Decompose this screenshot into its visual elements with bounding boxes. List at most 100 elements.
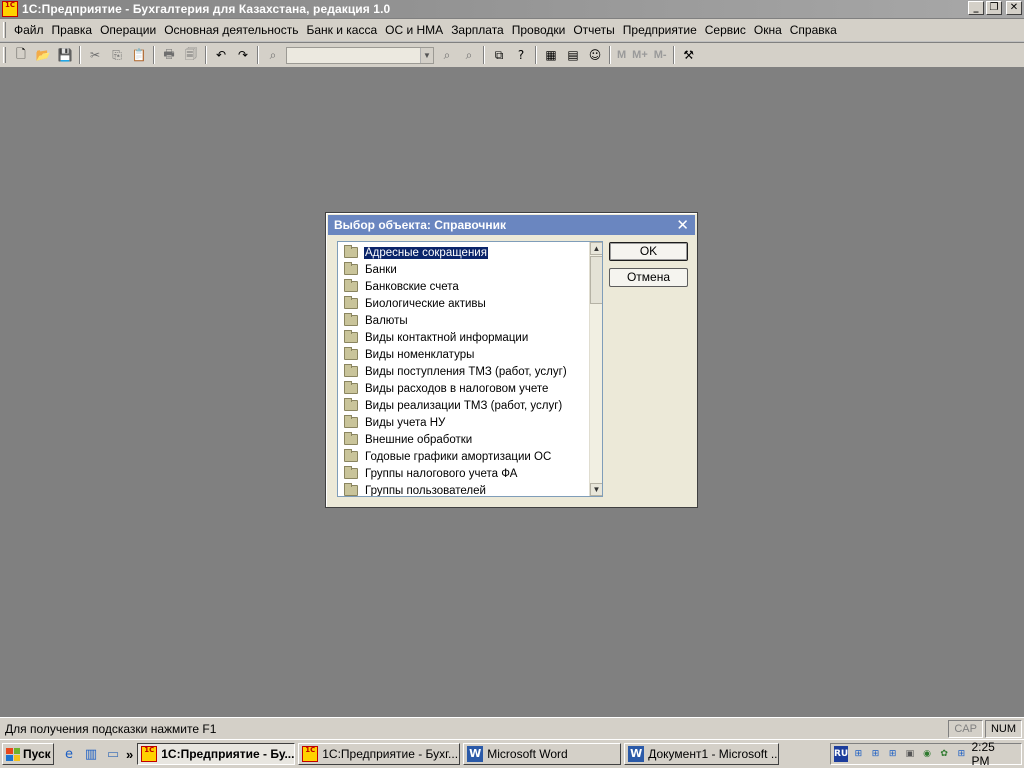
open-icon[interactable]: 📂 [32,45,54,65]
1c-icon: 1C [302,746,319,762]
search-combo[interactable]: ▼ [286,46,434,64]
list-item-label: Банковские счета [365,280,459,293]
menu-item[interactable]: Операции [96,21,160,39]
menu-item[interactable]: Правка [48,21,97,39]
taskbar-button[interactable]: 1C 1С:Предприятие - Бу... [137,743,296,765]
menu-item[interactable]: Банк и касса [302,21,381,39]
taskbar-button[interactable]: W Документ1 - Microsoft ... [624,743,780,765]
menu-item[interactable]: Предприятие [619,21,701,39]
network-icon[interactable]: ⊞ [851,746,865,762]
list-item[interactable]: Виды учета НУ [338,414,590,431]
menu-item[interactable]: Отчеты [569,21,618,39]
list-item[interactable]: Виды расходов в налоговом учете [338,380,590,397]
start-button[interactable]: Пуск [2,743,54,765]
list-item[interactable]: Группы налогового учета ФА [338,465,590,482]
list-item[interactable]: Банковские счета [338,278,590,295]
help-icon[interactable]: ? [510,45,532,65]
taskbar-button[interactable]: W Microsoft Word [463,743,622,765]
folder-icon [344,330,358,343]
dialog-close-icon[interactable]: ✕ [676,217,689,233]
toolbar-grip[interactable] [3,47,6,63]
list-item[interactable]: Адресные сокращения [338,244,590,261]
list-item[interactable]: Виды поступления ТМЗ (работ, услуг) [338,363,590,380]
toolbar-separator [79,46,81,64]
find-icon[interactable]: ⌕ [262,45,284,65]
folder-icon [344,296,358,309]
list-item[interactable]: Банки [338,261,590,278]
list-item[interactable]: Группы пользователей [338,482,590,496]
antivirus-icon[interactable]: ✿ [937,746,951,762]
network-icon[interactable]: ⊞ [954,746,968,762]
network-icon[interactable]: ⊞ [868,746,882,762]
taskbar-button-label: 1С:Предприятие - Бу... [161,747,295,761]
menu-item[interactable]: ОС и НМА [381,21,447,39]
taskbar: Пуск e ▥ ▭ » 1C 1С:Предприятие - Бу... 1C 1… [0,739,1024,768]
internet-explorer-icon[interactable]: e [60,745,78,763]
list-item[interactable]: Биологические активы [338,295,590,312]
scroll-up-icon[interactable]: ▲ [590,242,602,255]
menu-item[interactable]: Справка [786,21,841,39]
tools-icon[interactable]: ⚒ [678,45,700,65]
print-icon[interactable]: 🖶 [158,45,180,65]
catalog-listbox[interactable]: Адресные сокращения Банки Банковские счета… [337,241,603,497]
list-item[interactable]: Виды реализации ТМЗ (работ, услуг) [338,397,590,414]
quick-launch-more-icon[interactable]: » [126,747,133,762]
menu-item[interactable]: Окна [750,21,786,39]
folder-icon [344,381,358,394]
close-button[interactable]: ✕ [1006,1,1022,15]
scroll-down-icon[interactable]: ▼ [590,483,602,496]
menu-item[interactable]: Основная деятельность [160,21,302,39]
chevron-down-icon[interactable]: ▼ [420,47,433,63]
folder-icon [344,313,358,326]
users-icon[interactable]: ☺ [584,45,606,65]
menubar-grip[interactable] [3,22,6,38]
new-document-icon[interactable]: 🗋 [10,45,32,65]
find-next-icon[interactable]: ⌕ [436,45,458,65]
memory-plus-button[interactable]: M+ [629,49,651,61]
copy-icon[interactable]: ⎘ [106,45,128,65]
status-bar: Для получения подсказки нажмите F1 CAP N… [0,717,1024,739]
status-hint: Для получения подсказки нажмите F1 [5,721,217,736]
menu-item[interactable]: Сервис [701,21,750,39]
menu-item[interactable]: Файл [10,21,48,39]
ok-button[interactable]: OK [609,242,688,261]
calendar-icon[interactable]: ▤ [562,45,584,65]
outlook-express-icon[interactable]: ▥ [82,745,100,763]
catalog-list: Адресные сокращения Банки Банковские счета… [338,244,590,496]
undo-icon[interactable]: ↶ [210,45,232,65]
taskbar-button[interactable]: 1C 1С:Предприятие - Бухг... [298,743,461,765]
list-item[interactable]: Виды номенклатуры [338,346,590,363]
find-prev-icon[interactable]: ⌕ [458,45,480,65]
memory-minus-button[interactable]: M- [651,49,670,61]
dialog-titlebar: Выбор объекта: Справочник ✕ [328,215,695,235]
show-desktop-icon[interactable]: ▭ [104,745,122,763]
menu-item[interactable]: Проводки [508,21,570,39]
caps-indicator: CAP [948,719,983,738]
redo-icon[interactable]: ↷ [232,45,254,65]
list-item[interactable]: Годовые графики амортизации ОС [338,448,590,465]
minimize-button[interactable]: _ [968,1,984,15]
sound-icon[interactable]: ◉ [920,746,934,762]
cancel-button[interactable]: Отмена [609,268,688,287]
list-item[interactable]: Виды контактной информации [338,329,590,346]
network-icon[interactable]: ⊞ [886,746,900,762]
cut-icon[interactable]: ✂ [84,45,106,65]
monitor-icon[interactable]: ▣ [903,746,917,762]
list-item[interactable]: Валюты [338,312,590,329]
vertical-scrollbar[interactable]: ▲ ▼ [589,242,602,496]
menu-item[interactable]: Зарплата [447,21,508,39]
memory-m-button[interactable]: M [614,49,629,61]
restore-button[interactable]: ❐ [986,1,1002,15]
print-preview-icon[interactable]: 🗐 [180,45,202,65]
windows-logo-icon [6,747,20,761]
scroll-thumb[interactable] [590,256,602,304]
list-item-label: Годовые графики амортизации ОС [365,450,552,463]
language-indicator[interactable]: RU [834,746,849,762]
list-item[interactable]: Внешние обработки [338,431,590,448]
save-icon[interactable]: 💾 [54,45,76,65]
folder-icon [344,466,358,479]
windows-icon[interactable]: ⧉ [488,45,510,65]
calculator-icon[interactable]: ▦ [540,45,562,65]
paste-icon[interactable]: 📋 [128,45,150,65]
toolbar-separator [257,46,259,64]
